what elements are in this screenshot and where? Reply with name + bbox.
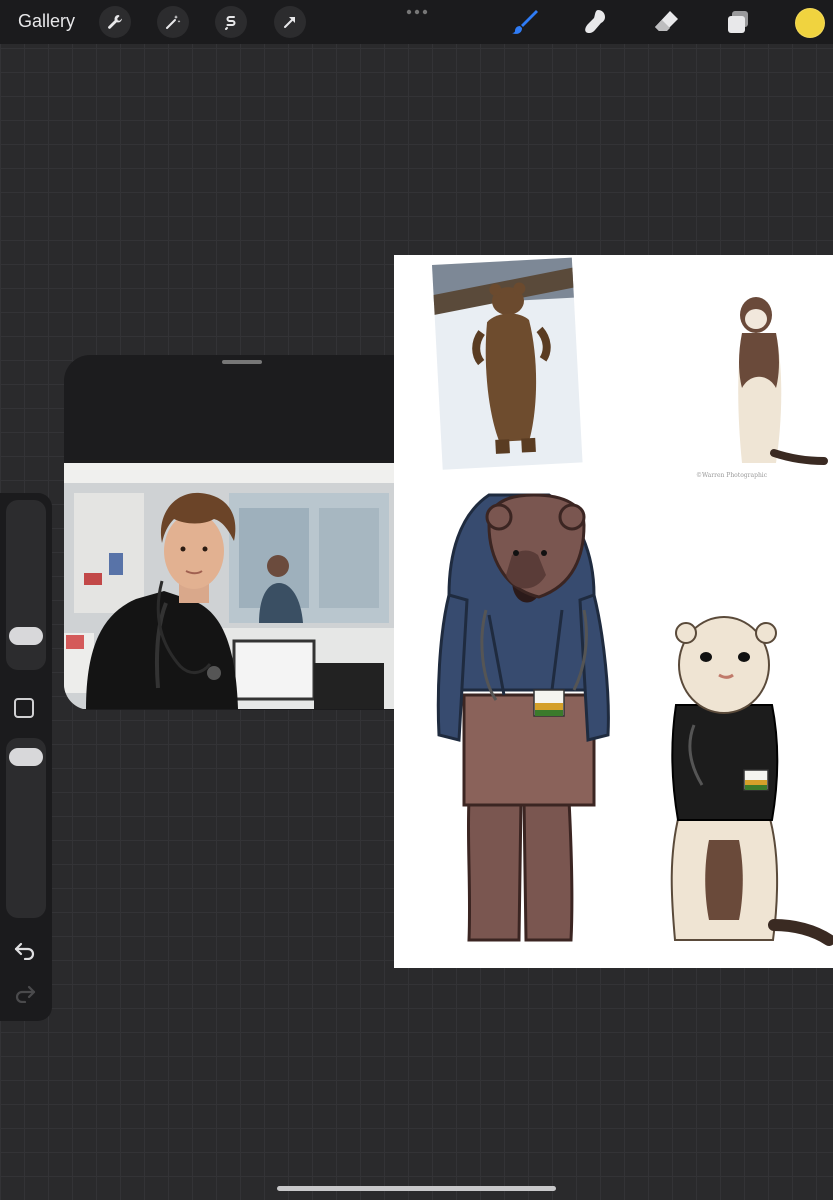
opacity-slider[interactable] bbox=[6, 738, 46, 918]
wrench-icon[interactable] bbox=[99, 6, 131, 38]
ellipsis-icon[interactable] bbox=[405, 4, 429, 25]
gallery-button[interactable]: Gallery bbox=[18, 11, 75, 32]
brush-size-thumb[interactable] bbox=[9, 627, 43, 645]
home-indicator bbox=[277, 1186, 556, 1191]
layers-icon[interactable] bbox=[722, 6, 754, 38]
brush-size-slider[interactable] bbox=[6, 500, 46, 670]
opacity-thumb[interactable] bbox=[9, 748, 43, 766]
brush-sidebar bbox=[0, 493, 52, 1021]
eraser-icon[interactable] bbox=[651, 6, 683, 38]
reference-photo bbox=[64, 463, 396, 709]
magic-wand-icon[interactable] bbox=[157, 6, 189, 38]
reference-window[interactable] bbox=[64, 355, 419, 710]
modify-square-button[interactable] bbox=[14, 698, 34, 718]
smudge-icon[interactable] bbox=[580, 6, 612, 38]
selection-s-icon[interactable] bbox=[215, 6, 247, 38]
redo-icon[interactable] bbox=[13, 983, 37, 1008]
ferret-doctor-drawing bbox=[670, 616, 833, 946]
drawing-canvas[interactable]: ©Warren Photographic bbox=[394, 255, 833, 968]
color-picker-swatch[interactable] bbox=[795, 8, 825, 38]
bear-doctor-drawing bbox=[436, 493, 610, 942]
top-toolbar: Gallery bbox=[0, 0, 833, 44]
watermark-text: ©Warren Photographic bbox=[696, 472, 768, 479]
drag-handle[interactable] bbox=[222, 360, 262, 364]
brush-icon[interactable] bbox=[508, 6, 540, 38]
undo-icon[interactable] bbox=[13, 940, 37, 965]
transform-arrow-icon[interactable] bbox=[274, 6, 306, 38]
